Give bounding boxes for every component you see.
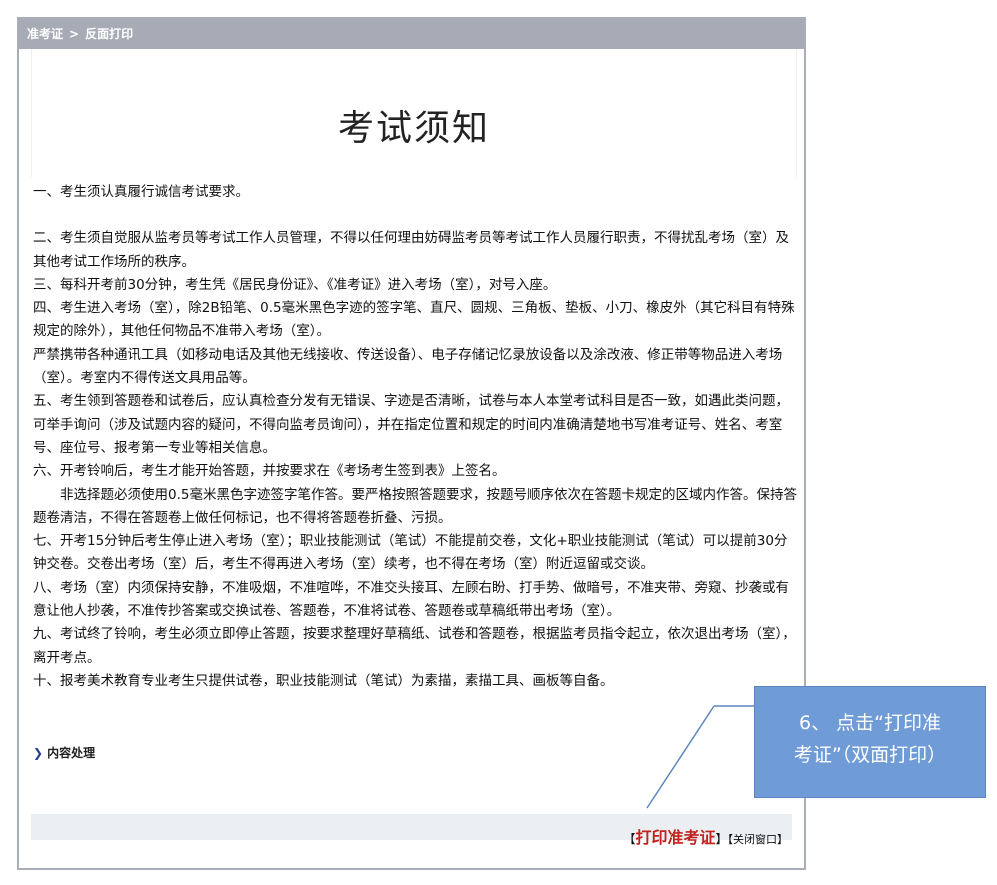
print-actions: 【打印准考证】【关闭窗口】 (623, 824, 788, 848)
close-window-button[interactable]: 【关闭窗口】 (728, 833, 789, 846)
callout-line-2: 考证”（双面打印） (793, 744, 947, 766)
instruction-callout: 6、 点击“打印准 考证”（双面打印） (754, 686, 986, 798)
content-processing-link[interactable]: ❯ 内容处理 (33, 744, 95, 761)
notice-item-10: 十、报考美术教育专业考生只提供试卷，职业技能测试（笔试）为素描，素描工具、画板等… (33, 672, 614, 689)
bracket-open: 【 (623, 832, 636, 846)
callout-line-1: 6、 点击“打印准 (799, 712, 941, 734)
notice-item-6: 六、开考铃响后，考生才能开始答题，并按要求在《考场考生签到表》上签名。 (33, 463, 506, 480)
notice-item-3: 三、每科开考前30分钟，考生凭《居民身份证》、《准考证》进入考场（室），对号入座… (33, 276, 557, 293)
notice-item-8: 八、考场（室）内须保持安静，不准吸烟，不准喧哗，不准交头接耳、左顾右盼、打手势、… (33, 579, 789, 620)
notice-item-2: 二、考生须自觉服从监考员等考试工作人员管理，不得以任何理由妨碍监考员等考试工作人… (33, 230, 789, 270)
page-title: 考试须知 (337, 108, 490, 149)
breadcrumb-separator: > (69, 27, 80, 41)
exam-notice-body: 一、考生须认真履行诚信考试要求。 二、考生须自觉服从监考员等考试工作人员管理，不… (33, 181, 797, 693)
print-window: 准考证 > 反面打印 考试须知 一、考生须认真履行诚信考试要求。 二、考生须自觉服从… (17, 17, 806, 870)
notice-item-4-prohibited: 严禁携带各种通讯工具（如移动电话及其他无线接收、传送设备）、电子存储记忆录放设备… (33, 346, 783, 387)
notice-item-1: 一、考生须认真履行诚信考试要求。 (33, 184, 249, 200)
bracket-close: 】 (715, 832, 728, 846)
print-ticket-button[interactable]: 打印准考证 (635, 828, 715, 847)
notice-item-5: 五、考生领到答题卷和试卷后，应认真检查分发有无错误、字迹是否清晰，试卷与本人本堂… (33, 393, 789, 456)
breadcrumb: 准考证 > 反面打印 (19, 19, 804, 49)
notice-item-6-answering: 非选择题必须使用0.5毫米黑色字迹签字笔作答。要严格按照答题要求，按题号顺序依次… (33, 486, 797, 526)
notice-item-4: 四、考生进入考场（室），除2B铅笔、0.5毫米黑色字迹的签字笔、直尺、圆规、三角… (33, 300, 795, 340)
breadcrumb-item-admission-ticket[interactable]: 准考证 (27, 27, 63, 41)
breadcrumb-item-back-print: 反面打印 (85, 27, 134, 41)
notice-item-7: 七、开考15分钟后考生停止进入考场（室）；职业技能测试（笔试）不能提前交卷，文化… (33, 533, 788, 573)
chevron-right-icon: ❯ (33, 746, 44, 760)
content-processing-label: 内容处理 (47, 746, 96, 760)
title-panel: 考试须知 (31, 49, 797, 177)
notice-item-9: 九、考试终了铃响，考生必须立即停止答题，按要求整理好草稿纸、试卷和答题卷，根据监… (33, 626, 796, 666)
